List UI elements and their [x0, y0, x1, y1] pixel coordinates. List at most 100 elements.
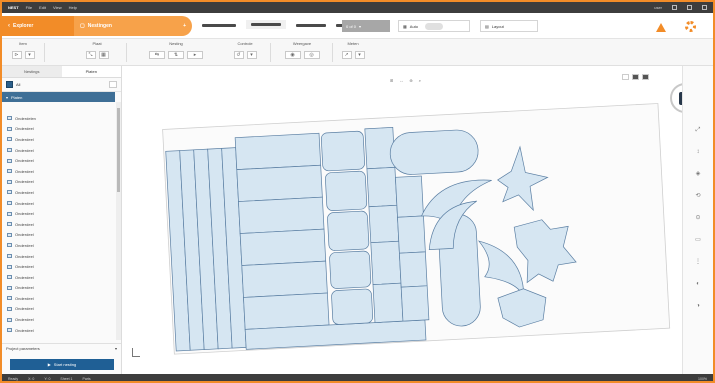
part-rounded-rect[interactable]	[329, 250, 372, 289]
list-item[interactable]: Onderdeel	[2, 187, 116, 198]
menu-view[interactable]: View	[53, 5, 62, 10]
maximize-icon[interactable]	[687, 5, 692, 10]
filter-icon[interactable]	[6, 81, 13, 88]
part-rectangle[interactable]	[241, 260, 328, 298]
toolbar: Item ⊳ ▾ Plaat ⤡ ▦ Nesting ⇆ ⇅ ▸ Controle ↺ ▾…	[2, 39, 713, 66]
list-item[interactable]: Onderdeel	[2, 272, 116, 283]
list-item[interactable]: Onderdeel	[2, 293, 116, 304]
shade-icon[interactable]: ◐	[692, 280, 704, 288]
filter-options-button[interactable]	[109, 81, 117, 88]
list-item[interactable]: Onderdeel	[2, 219, 116, 230]
tab-explorer[interactable]: ‹ Explorer	[2, 16, 74, 36]
add-tab-icon[interactable]: +	[183, 23, 186, 29]
resize-button[interactable]: ⤡	[85, 51, 96, 59]
tab-platen[interactable]: Platen	[61, 66, 121, 77]
frame-icon[interactable]: ▭	[692, 236, 704, 244]
part-rounded-rect[interactable]	[327, 210, 370, 251]
status-x: X: 0	[28, 376, 35, 381]
list-item[interactable]: Onderdeel	[2, 198, 116, 209]
list-item[interactable]: Onderdeel	[2, 230, 116, 241]
tab-nesting-label: Nestingen	[87, 23, 112, 29]
list-item[interactable]: Onderdeel	[2, 304, 116, 315]
measure-button[interactable]: ↗	[341, 51, 352, 59]
measure-dropdown-button[interactable]: ▾	[354, 51, 365, 59]
list-item[interactable]: Onderdeel	[2, 177, 116, 188]
menu-help[interactable]: Help	[69, 5, 77, 10]
panel-scrollbar[interactable]	[116, 102, 121, 340]
list-item[interactable]: Onderdeel	[2, 283, 116, 294]
tab-nesting[interactable]: ▢ Nestingen +	[74, 16, 192, 36]
part-small-rect[interactable]	[397, 215, 426, 254]
list-item[interactable]: Onderdeel	[2, 208, 116, 219]
part-small-rect[interactable]	[372, 282, 404, 323]
list-item[interactable]: Onderdeel	[2, 240, 116, 251]
part-rounded-rect[interactable]	[320, 130, 365, 172]
part-small-rect[interactable]	[400, 285, 430, 322]
item-button[interactable]: ⊳	[11, 51, 22, 59]
layout-button[interactable]: ▤ Layout	[480, 20, 538, 32]
part-rectangle[interactable]	[238, 196, 325, 234]
part-small-rect[interactable]	[368, 204, 400, 244]
part-rounded-rect[interactable]	[325, 170, 368, 211]
doc-tab-active[interactable]	[246, 20, 286, 29]
list-item[interactable]: Onderdeel	[2, 145, 116, 156]
list-item[interactable]: Onderdeel	[2, 251, 116, 262]
refresh-button[interactable]: ↺	[233, 51, 244, 59]
user-name[interactable]: user	[654, 5, 662, 10]
start-nesting-button[interactable]: ▶ Start nesting	[10, 359, 114, 370]
part-small-rect[interactable]	[366, 166, 398, 208]
list-item[interactable]: Onderdeel	[2, 261, 116, 272]
project-parameters-header[interactable]: Project parameters ▾	[2, 343, 121, 353]
selection-dropdown[interactable]: 0 of 0 ▾	[342, 20, 390, 32]
part-rectangle[interactable]	[239, 228, 327, 266]
list-item-label: Onderdelen	[15, 115, 36, 121]
part-small-rect[interactable]	[399, 251, 428, 288]
item-dropdown-button[interactable]: ▾	[24, 51, 35, 59]
left-panel: Nestings Platen All ▾ Platen Onderdelen O…	[2, 66, 122, 374]
more-icon[interactable]: ⋮	[692, 258, 704, 266]
doc-tab[interactable]	[202, 22, 236, 28]
expand-icon[interactable]: ⤢	[692, 126, 704, 134]
part-small-rect[interactable]	[364, 127, 396, 170]
view-button[interactable]: ◉	[284, 51, 301, 59]
list-item[interactable]: Onderdelen	[2, 113, 116, 124]
tab-nestings[interactable]: Nestings	[2, 66, 62, 77]
resize-vertical-icon[interactable]: ↕	[692, 148, 704, 156]
part-small-rect[interactable]	[370, 240, 402, 286]
part-rectangle[interactable]	[236, 164, 323, 202]
part-small-rect[interactable]	[395, 175, 424, 218]
list-item[interactable]: Onderdeel	[2, 314, 116, 325]
part-rectangle[interactable]	[243, 292, 330, 330]
filter-value[interactable]: All	[16, 82, 106, 87]
contrast-icon[interactable]: ◑	[692, 302, 704, 310]
list-item[interactable]: Onderdeel	[2, 134, 116, 145]
rotate-icon[interactable]: ⟲	[692, 192, 704, 200]
warning-icon[interactable]	[656, 23, 666, 32]
gear-icon[interactable]	[685, 21, 696, 32]
minimize-icon[interactable]	[672, 5, 677, 10]
swap-vertical-button[interactable]: ⇅	[168, 51, 184, 59]
part-stadium[interactable]	[389, 129, 479, 176]
toggle-switch[interactable]	[425, 22, 444, 30]
nesting-canvas[interactable]: ⊞ ↔ ⊕ ⌕	[122, 66, 700, 374]
grid-button[interactable]: ▦	[98, 51, 109, 59]
menu-file[interactable]: File	[26, 5, 32, 10]
doc-tab[interactable]	[296, 22, 326, 28]
swap-horizontal-button[interactable]: ⇆	[149, 51, 165, 59]
list-item[interactable]: Onderdeel	[2, 325, 116, 336]
menu-edit[interactable]: Edit	[39, 5, 46, 10]
layers-icon[interactable]: ◈	[692, 170, 704, 178]
mode-toggle[interactable]: ▦ Auto	[398, 20, 470, 32]
list-item[interactable]: Onderdeel	[2, 124, 116, 135]
list-item[interactable]: Onderdeel	[2, 155, 116, 166]
controle-dropdown-button[interactable]: ▾	[246, 51, 257, 59]
part-rounded-rect[interactable]	[331, 288, 374, 325]
target-icon[interactable]: ⊙	[692, 214, 704, 222]
view-mode-button[interactable]: ◎	[303, 51, 320, 59]
scrollbar-thumb[interactable]	[117, 108, 120, 192]
list-item[interactable]: Onderdeel	[2, 166, 116, 177]
close-icon[interactable]	[702, 5, 707, 10]
part-rectangle[interactable]	[234, 132, 322, 170]
play-button[interactable]: ▸	[187, 51, 203, 59]
tree-header[interactable]: ▾ Platen	[2, 92, 115, 102]
